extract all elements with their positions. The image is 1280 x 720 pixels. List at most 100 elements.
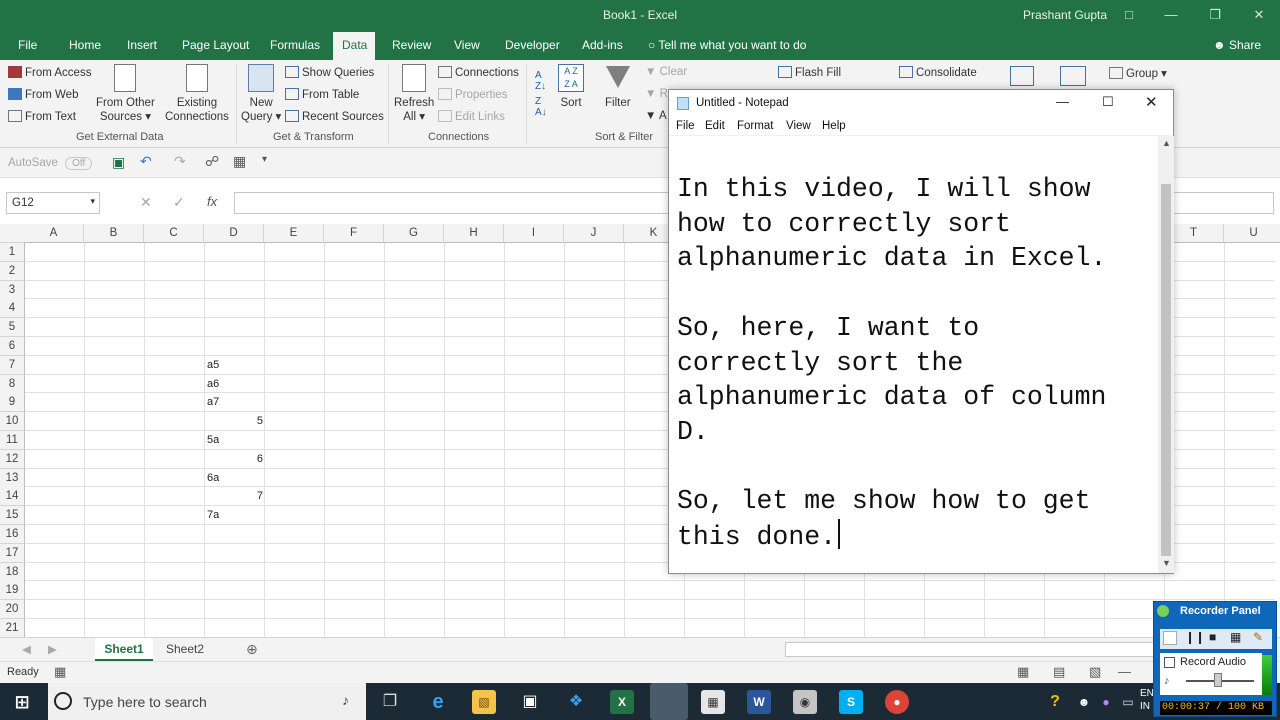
from-access-button[interactable]: From Access — [8, 66, 91, 79]
sheet-tab-sheet1[interactable]: Sheet1 — [95, 638, 153, 661]
row-header-3[interactable]: 3 — [0, 280, 25, 300]
name-box-dropdown-icon[interactable]: ▾ — [90, 196, 95, 207]
cell-d8[interactable]: a6 — [205, 375, 265, 393]
filter-button[interactable]: Filter — [605, 64, 631, 110]
column-header-j[interactable]: J — [564, 224, 624, 243]
tell-me-box[interactable]: ○ Tell me what you want to do — [648, 38, 806, 52]
row-header-5[interactable]: 5 — [0, 318, 25, 338]
tab-data[interactable]: Data — [342, 38, 367, 52]
tab-insert[interactable]: Insert — [127, 38, 157, 52]
column-header-f[interactable]: F — [324, 224, 384, 243]
store-icon[interactable]: ▣ — [518, 690, 542, 714]
screenshot-icon[interactable]: ▦ — [233, 153, 246, 170]
sheet-tab-sheet2[interactable]: Sheet2 — [157, 638, 213, 661]
stop-icon[interactable]: ■ — [1209, 630, 1216, 644]
from-text-button[interactable]: From Text — [8, 110, 76, 123]
sort-a-to-z-button[interactable]: A Z↓ — [535, 70, 546, 92]
column-header-u[interactable]: U — [1224, 224, 1280, 243]
tab-add-ins[interactable]: Add-ins — [582, 38, 623, 52]
what-if-icon[interactable] — [1010, 66, 1037, 87]
column-header-i[interactable]: I — [504, 224, 564, 243]
row-header-12[interactable]: 12 — [0, 449, 25, 469]
save-icon[interactable]: ▣ — [112, 154, 125, 171]
row-header-19[interactable]: 19 — [0, 581, 25, 601]
tab-view[interactable]: View — [454, 38, 480, 52]
close-icon[interactable]: ✕ — [1236, 0, 1280, 30]
dropbox-icon[interactable]: ❖ — [564, 690, 588, 714]
cell-d7[interactable]: a5 — [205, 356, 265, 374]
reapply-button[interactable]: ▼ R — [645, 88, 668, 100]
zoom-out-icon[interactable]: — — [1118, 664, 1131, 679]
pen-icon[interactable]: ✎ — [1253, 630, 1263, 644]
existing-connections-button[interactable]: Existing Connections — [165, 64, 229, 124]
record-audio-checkbox[interactable] — [1164, 657, 1175, 668]
row-header-2[interactable]: 2 — [0, 261, 25, 281]
tray-app-icon[interactable]: ● — [1094, 690, 1118, 714]
user-name[interactable]: Prashant Gupta — [1023, 8, 1107, 22]
row-header-1[interactable]: 1 — [0, 243, 25, 262]
sort-button[interactable]: A ZZ A Sort — [558, 64, 584, 110]
restore-icon[interactable]: ❐ — [1192, 0, 1238, 30]
excel-taskbar-icon[interactable]: X — [610, 690, 634, 714]
clear-button[interactable]: ▼ Clear — [645, 66, 687, 78]
page-break-view-icon[interactable]: ▧ — [1089, 664, 1101, 680]
language-indicator[interactable]: EN IN — [1140, 687, 1154, 713]
np-menu-edit[interactable]: Edit — [705, 120, 725, 132]
cell-d12[interactable]: 6 — [205, 450, 265, 468]
cell-d11[interactable]: 5a — [205, 431, 265, 449]
row-header-10[interactable]: 10 — [0, 412, 25, 432]
record-button[interactable] — [1163, 631, 1177, 645]
skype-icon[interactable]: S — [839, 690, 863, 714]
row-header-6[interactable]: 6 — [0, 337, 25, 356]
normal-view-icon[interactable]: ▦ — [1017, 664, 1029, 680]
edit-links-button[interactable]: Edit Links — [438, 110, 505, 123]
row-header-20[interactable]: 20 — [0, 600, 25, 620]
notepad-text-area[interactable]: In this video, I will show how to correc… — [677, 172, 1159, 555]
np-menu-view[interactable]: View — [786, 120, 811, 132]
taskbar-search-box[interactable]: Type here to search ♪ — [48, 683, 366, 720]
from-table-button[interactable]: From Table — [285, 88, 359, 101]
edge-icon[interactable]: e — [426, 690, 450, 714]
column-header-e[interactable]: E — [264, 224, 324, 243]
tab-developer[interactable]: Developer — [505, 38, 560, 52]
row-header-7[interactable]: 7 — [0, 355, 25, 375]
add-sheet-icon[interactable]: ⊕ — [246, 641, 258, 658]
cell-d13[interactable]: 6a — [205, 469, 265, 487]
row-header-18[interactable]: 18 — [0, 562, 25, 582]
redo-icon[interactable]: ↷ — [174, 153, 186, 170]
flash-fill-button[interactable]: Flash Fill — [778, 66, 841, 79]
ribbon-display-icon[interactable]: □ — [1106, 0, 1152, 30]
recent-sources-button[interactable]: Recent Sources — [285, 110, 384, 123]
advanced-button[interactable]: ▼ A — [645, 110, 667, 122]
row-header-4[interactable]: 4 — [0, 299, 25, 319]
cell-d9[interactable]: a7 — [205, 393, 265, 411]
enter-icon[interactable]: ✓ — [173, 194, 185, 211]
np-menu-file[interactable]: File — [676, 120, 695, 132]
np-menu-format[interactable]: Format — [737, 120, 773, 132]
paint-icon[interactable]: ◉ — [793, 690, 817, 714]
column-header-d[interactable]: D — [204, 224, 264, 243]
forecast-icon[interactable] — [1060, 66, 1089, 87]
undo-icon[interactable]: ↶ — [140, 153, 152, 170]
autosave-toggle[interactable]: AutoSave Off — [8, 157, 93, 170]
volume-slider-thumb[interactable] — [1214, 673, 1222, 687]
np-menu-help[interactable]: Help — [822, 120, 846, 132]
print-preview-icon[interactable]: ☍ — [205, 153, 219, 170]
properties-button[interactable]: Properties — [438, 88, 507, 101]
sort-z-to-a-button[interactable]: Z A↓ — [535, 96, 547, 118]
row-header-21[interactable]: 21 — [0, 619, 25, 637]
scroll-thumb[interactable] — [1161, 184, 1171, 556]
help-icon[interactable]: ? — [1043, 690, 1067, 714]
notepad-close-icon[interactable]: ✕ — [1145, 93, 1158, 111]
minimize-icon[interactable]: — — [1148, 0, 1194, 30]
show-queries-button[interactable]: Show Queries — [285, 66, 374, 79]
from-other-sources-button[interactable]: From Other Sources ▾ — [96, 64, 155, 124]
row-header-17[interactable]: 17 — [0, 543, 25, 563]
network-icon[interactable]: ▭ — [1116, 690, 1140, 714]
cancel-icon[interactable]: ✕ — [140, 194, 152, 211]
notepad-maximize-icon[interactable]: ☐ — [1102, 94, 1114, 110]
next-sheet-icon[interactable]: ▶ — [48, 642, 57, 656]
row-header-11[interactable]: 11 — [0, 431, 25, 450]
recorder-panel[interactable]: Recorder Panel ❙❙ ■ ▦ ✎ Record Audio ♪ 0… — [1153, 601, 1277, 717]
page-layout-view-icon[interactable]: ▤ — [1053, 664, 1065, 680]
